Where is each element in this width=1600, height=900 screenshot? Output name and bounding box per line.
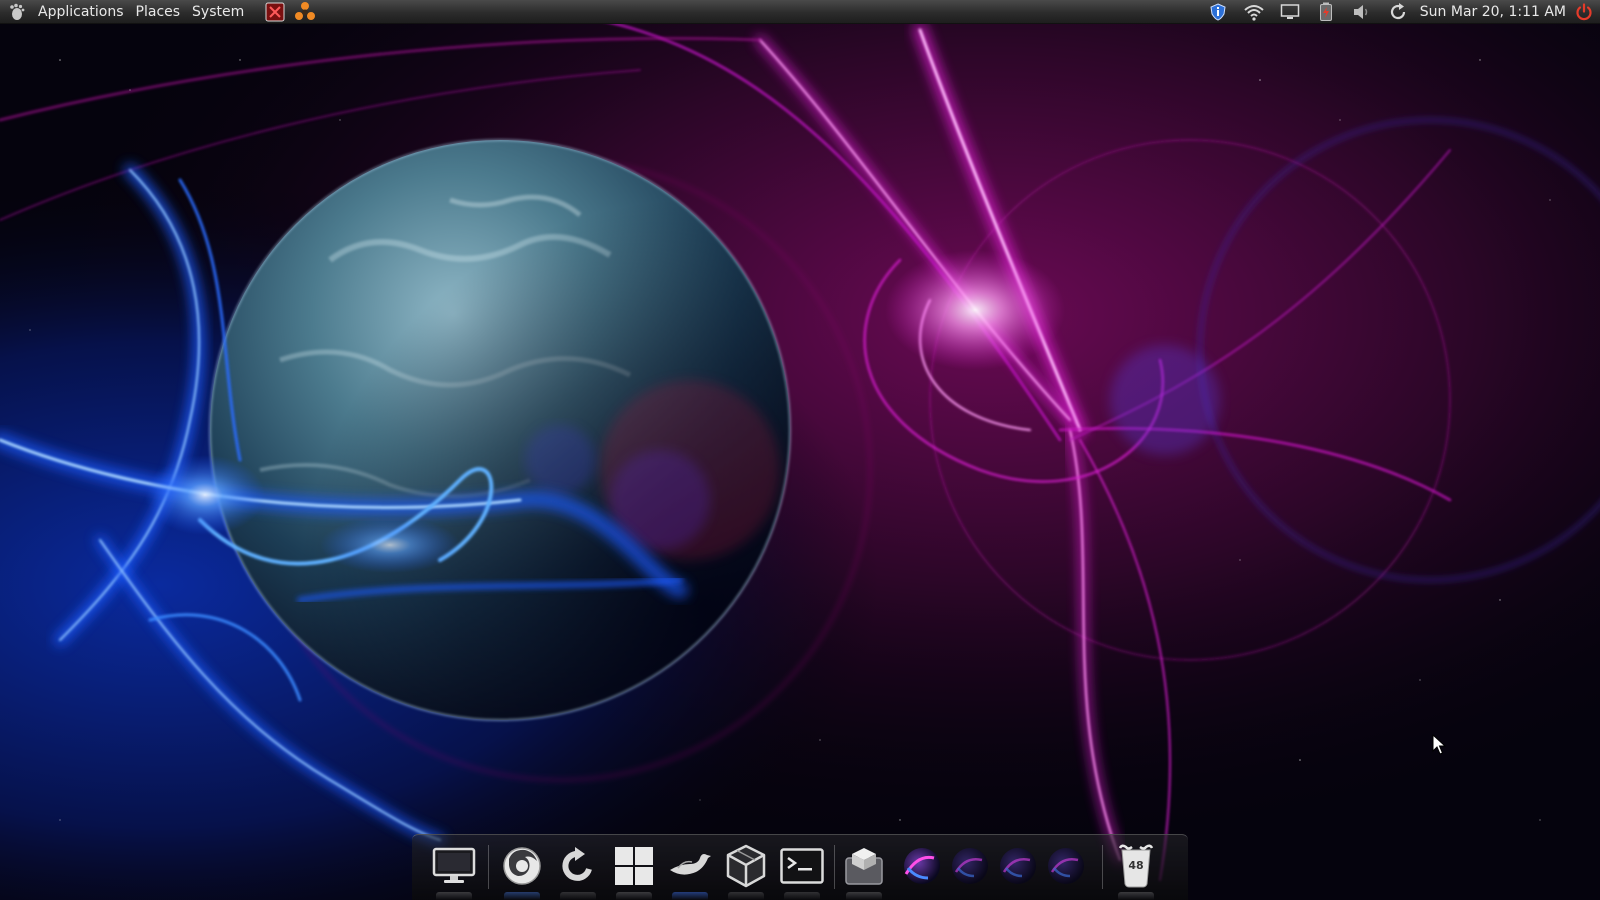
dock-separator bbox=[1102, 845, 1103, 889]
menu-places[interactable]: Places bbox=[130, 0, 187, 24]
workspace-4-icon[interactable] bbox=[1042, 842, 1090, 890]
panel-clock[interactable]: Sun Mar 20, 1:11 AM bbox=[1416, 4, 1572, 20]
dock-separator bbox=[488, 845, 489, 889]
terminal-icon[interactable] bbox=[778, 842, 826, 890]
dock-reflection bbox=[504, 892, 540, 900]
dock-separator bbox=[834, 845, 835, 889]
dock-reflection bbox=[846, 892, 882, 900]
trash-count-badge: 48 bbox=[1128, 859, 1144, 872]
box-icon[interactable] bbox=[840, 842, 888, 890]
menu-applications[interactable]: Applications bbox=[32, 0, 130, 24]
windows-icon[interactable] bbox=[610, 842, 658, 890]
terminal-red-icon[interactable] bbox=[264, 1, 286, 23]
dock-reflection bbox=[728, 892, 764, 900]
desktop-wallpaper bbox=[0, 0, 1600, 900]
menu-system[interactable]: System bbox=[186, 0, 250, 24]
dock-reflection bbox=[436, 892, 472, 900]
dock-reflection bbox=[672, 892, 708, 900]
firefox-icon[interactable] bbox=[498, 842, 546, 890]
workspace-3-icon[interactable] bbox=[994, 842, 1042, 890]
mouse-cursor-icon bbox=[1432, 734, 1446, 755]
wifi-icon[interactable] bbox=[1244, 2, 1264, 22]
workspace-2-icon[interactable] bbox=[946, 842, 994, 890]
workspace-1-icon[interactable] bbox=[898, 842, 946, 890]
trash-icon[interactable]: 48 bbox=[1112, 842, 1160, 890]
package-cube-icon[interactable] bbox=[722, 842, 770, 890]
ubuntu-tweak-icon[interactable] bbox=[294, 1, 316, 23]
show-desktop-icon[interactable] bbox=[430, 842, 478, 890]
dock-reflection bbox=[1118, 892, 1154, 900]
bird-icon[interactable] bbox=[666, 842, 714, 890]
dock-reflection bbox=[784, 892, 820, 900]
system-tray: Sun Mar 20, 1:11 AM bbox=[1200, 0, 1600, 24]
refresh-icon[interactable] bbox=[1388, 2, 1408, 22]
top-panel: Applications Places System Sun Mar 20, 1… bbox=[0, 0, 1600, 24]
dock-reflection bbox=[616, 892, 652, 900]
dock: 48 bbox=[412, 834, 1188, 900]
volume-icon[interactable] bbox=[1352, 2, 1372, 22]
shield-update-icon[interactable] bbox=[1208, 2, 1228, 22]
gnome-foot-icon[interactable] bbox=[6, 1, 28, 23]
update-arrow-icon[interactable] bbox=[554, 842, 602, 890]
battery-icon[interactable] bbox=[1316, 2, 1336, 22]
display-icon[interactable] bbox=[1280, 2, 1300, 22]
power-icon[interactable] bbox=[1574, 2, 1594, 22]
dock-reflection bbox=[560, 892, 596, 900]
